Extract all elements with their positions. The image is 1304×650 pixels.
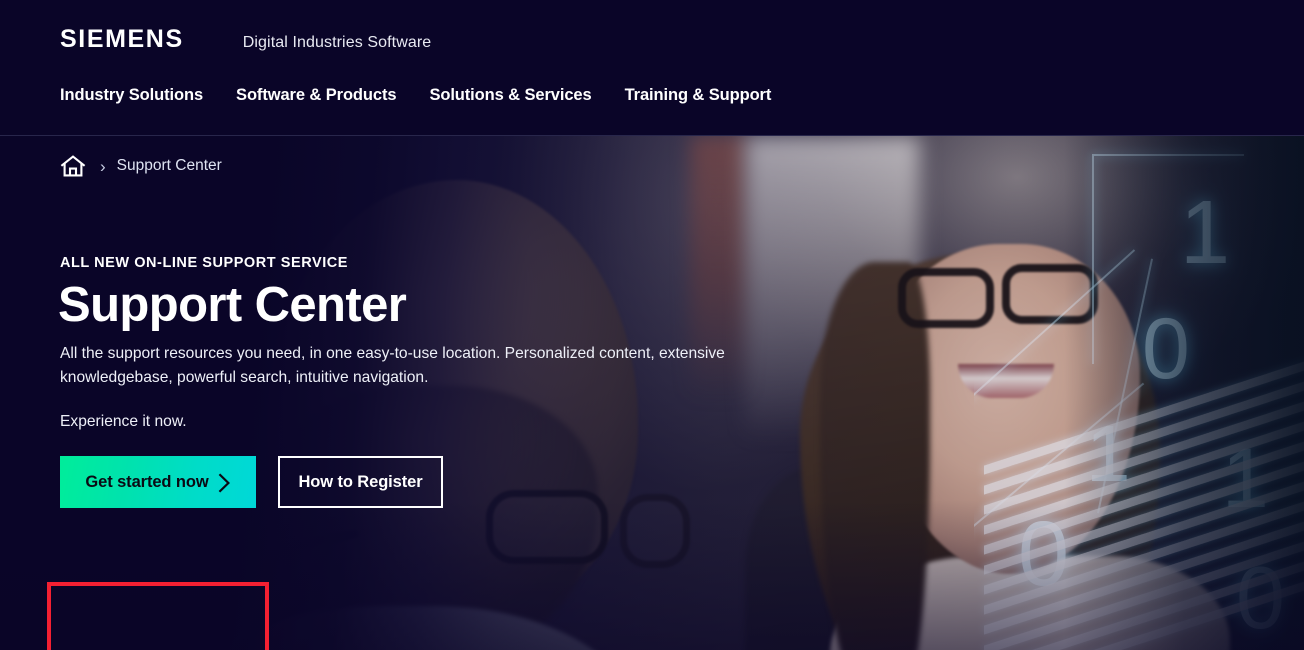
hero-eyebrow: ALL NEW ON-LINE SUPPORT SERVICE bbox=[60, 255, 349, 271]
support-center-page: SIEMENS Digital Industries Software Indu… bbox=[0, 0, 1304, 650]
breadcrumb-item-support-center[interactable]: Support Center bbox=[117, 158, 222, 174]
page-title: Support Center bbox=[58, 278, 407, 332]
brand-row: SIEMENS Digital Industries Software bbox=[60, 27, 431, 52]
hero-content: › Support Center ALL NEW ON-LINE SUPPORT… bbox=[0, 136, 1304, 650]
how-to-register-button[interactable]: How to Register bbox=[278, 456, 443, 508]
nav-item-solutions-services[interactable]: Solutions & Services bbox=[429, 85, 591, 106]
how-to-register-label: How to Register bbox=[298, 472, 423, 491]
get-started-now-label: Get started now bbox=[85, 472, 209, 491]
header-divider bbox=[0, 135, 1304, 136]
get-started-now-button[interactable]: Get started now bbox=[60, 456, 256, 508]
breadcrumb: › Support Center bbox=[60, 154, 222, 178]
nav-item-training-support[interactable]: Training & Support bbox=[625, 85, 772, 106]
nav-item-software-products[interactable]: Software & Products bbox=[236, 85, 396, 106]
main-navigation: Industry Solutions Software & Products S… bbox=[60, 85, 771, 106]
chevron-right-icon bbox=[218, 472, 231, 493]
home-icon[interactable] bbox=[60, 154, 86, 178]
chevron-right-icon: › bbox=[100, 156, 106, 176]
hero-banner: 1 0 1 0 1 0 bbox=[0, 136, 1304, 650]
hero-description: All the support resources you need, in o… bbox=[60, 345, 725, 386]
brand-tagline: Digital Industries Software bbox=[242, 34, 432, 51]
siemens-logo[interactable]: SIEMENS bbox=[60, 27, 184, 52]
cta-button-row: Get started now How to Register bbox=[60, 456, 443, 508]
hero-subtext: Experience it now. bbox=[60, 413, 187, 430]
nav-item-industry-solutions[interactable]: Industry Solutions bbox=[60, 85, 203, 106]
site-header: SIEMENS Digital Industries Software Indu… bbox=[0, 0, 1304, 136]
